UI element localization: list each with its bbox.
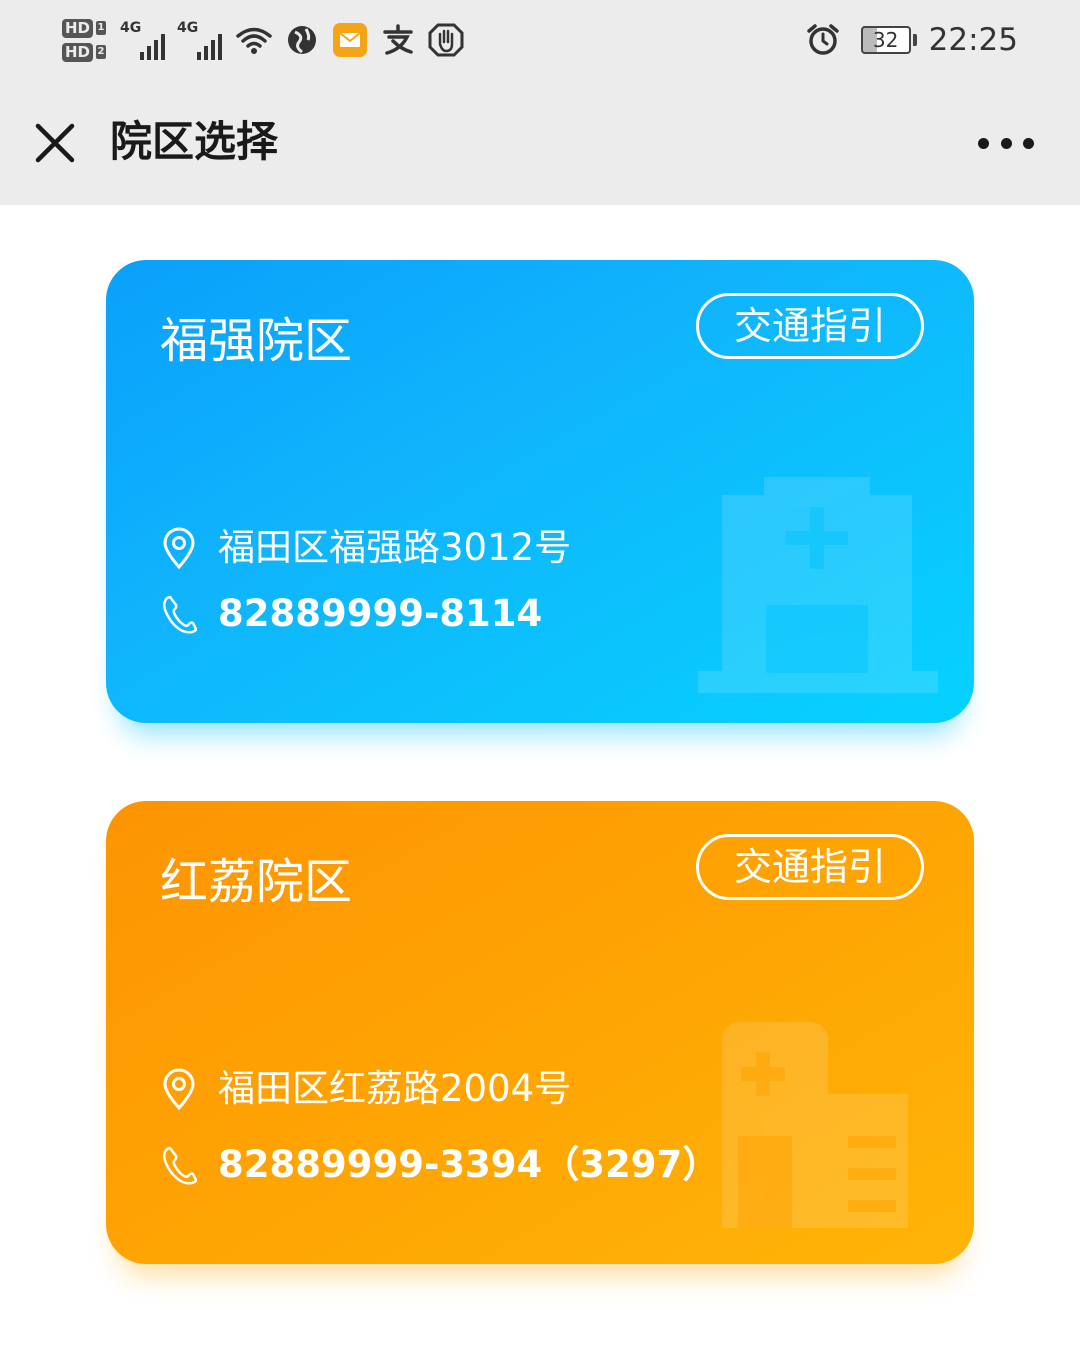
- hd-badge-1: HD 1: [62, 16, 107, 40]
- campus-card-fuqiang[interactable]: 福强院区 交通指引 福田区福强路3012号 82889999-8114: [106, 260, 974, 723]
- network-type: 4G: [177, 20, 199, 36]
- more-dot-icon: [1023, 137, 1034, 149]
- campus-phone: 82889999-3394（3297）: [218, 1143, 720, 1186]
- signal-icon: 4G: [120, 20, 166, 60]
- clock: 22:25: [928, 22, 1018, 58]
- close-button[interactable]: [30, 118, 80, 168]
- hd-badge-2: HD 2: [62, 40, 107, 64]
- close-icon: [35, 123, 75, 163]
- hd-indicators: HD 1 HD 2: [62, 16, 107, 64]
- phone-row[interactable]: 82889999-8114: [160, 590, 542, 638]
- network-type: 4G: [120, 20, 142, 36]
- hospital-building-icon: [698, 477, 938, 693]
- hd-label: HD: [62, 18, 94, 38]
- phone-row[interactable]: 82889999-3394（3297）: [160, 1141, 719, 1189]
- alarm-icon: [803, 20, 843, 60]
- address-row: 福田区福强路3012号: [160, 524, 571, 572]
- hd-sim-number: 2: [96, 45, 107, 59]
- phone-icon: [160, 1144, 198, 1186]
- campus-phone: 82889999-8114: [218, 592, 543, 635]
- location-pin-icon: [160, 1068, 198, 1110]
- status-left: HD 1 HD 2 4G 4G: [62, 10, 474, 70]
- location-pin-icon: [160, 527, 198, 569]
- hand-icon: [426, 20, 466, 60]
- campus-name: 红荔院区: [160, 854, 353, 910]
- wifi-icon: [234, 20, 274, 60]
- status-bar: HD 1 HD 2 4G 4G 32 22:25: [0, 0, 1080, 80]
- browser-icon: [282, 20, 322, 60]
- campus-address: 福田区红荔路2004号: [218, 1067, 572, 1110]
- more-button[interactable]: [978, 128, 1034, 158]
- campus-address: 福田区福强路3012号: [218, 526, 572, 569]
- hd-sim-number: 1: [96, 21, 107, 35]
- traffic-guide-button[interactable]: 交通指引: [696, 834, 924, 900]
- more-dot-icon: [1000, 137, 1012, 149]
- phone-icon: [160, 593, 198, 635]
- title-bar: 院区选择: [0, 80, 1080, 205]
- campus-card-hongli[interactable]: 红荔院区 交通指引 福田区红荔路2004号 82889999-3394（3297…: [106, 801, 974, 1264]
- alipay-icon: [378, 20, 418, 60]
- traffic-guide-button[interactable]: 交通指引: [696, 293, 924, 359]
- battery-icon: 32: [860, 26, 917, 54]
- status-right: 32 22:25: [803, 10, 1018, 70]
- page-title: 院区选择: [110, 117, 279, 166]
- campus-name: 福强院区: [160, 313, 353, 369]
- hospital-building-icon: [722, 1022, 908, 1228]
- battery-level: 32: [860, 26, 911, 54]
- hd-label: HD: [62, 42, 94, 62]
- signal-icon: 4G: [177, 20, 223, 60]
- address-row: 福田区红荔路2004号: [160, 1065, 571, 1113]
- mail-icon: [330, 20, 370, 60]
- more-dot-icon: [978, 137, 989, 149]
